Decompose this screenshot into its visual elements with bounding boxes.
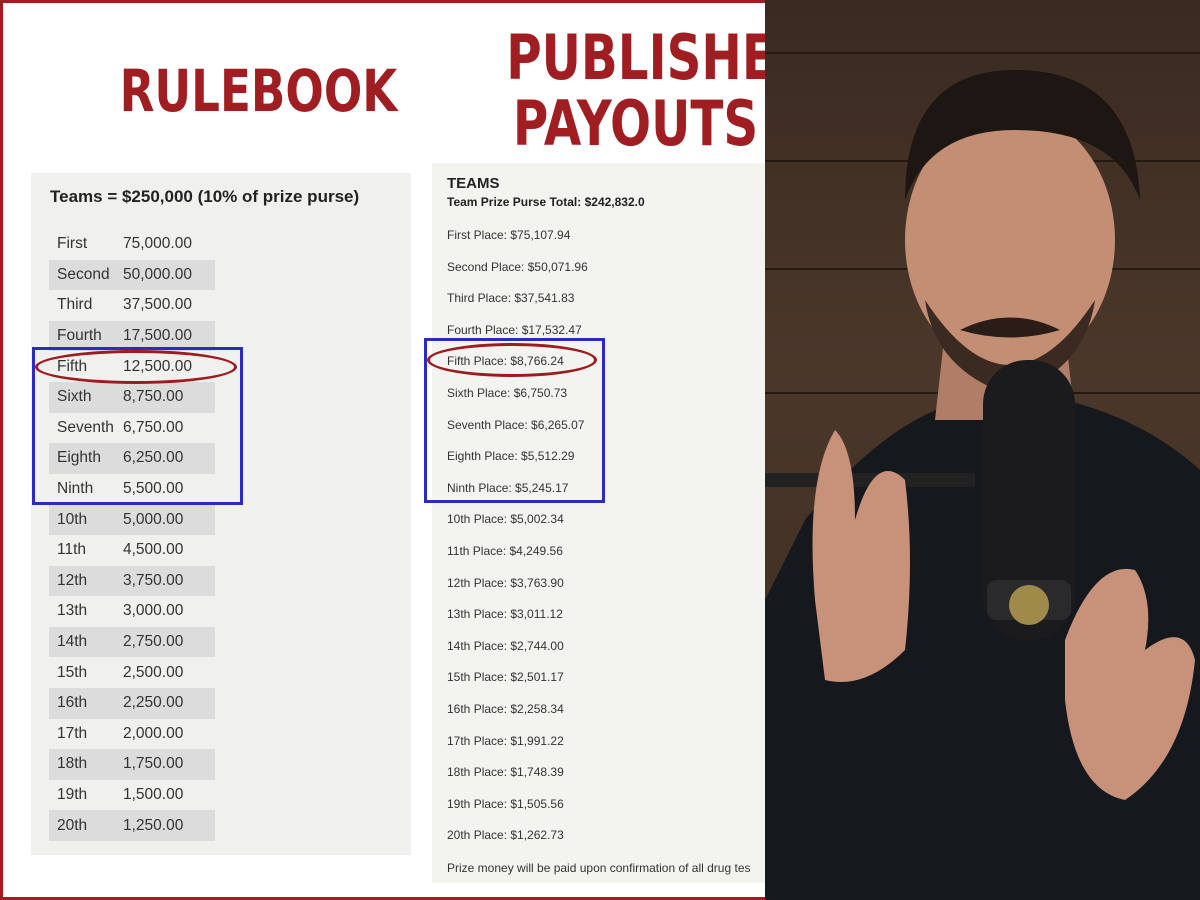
rulebook-row-amount: 2,000.00 <box>123 724 184 742</box>
rulebook-row: 17th 2,000.00 <box>49 719 215 750</box>
rulebook-row-place: 14th <box>57 633 88 651</box>
rulebook-row: 19th 1,500.00 <box>49 780 215 811</box>
published-payouts-table: TEAMS Team Prize Purse Total: $242,832.0… <box>432 163 765 883</box>
rulebook-row-amount: 2,750.00 <box>123 633 184 651</box>
rulebook-row-amount: 50,000.00 <box>123 265 192 283</box>
rulebook-row-place: 12th <box>57 571 88 589</box>
rulebook-row-place: 16th <box>57 694 88 712</box>
rulebook-row-amount: 4,500.00 <box>123 541 184 559</box>
rulebook-row-amount: 17,500.00 <box>123 327 192 345</box>
podcast-host-photo <box>765 0 1200 900</box>
rulebook-row: 18th 1,750.00 <box>49 749 215 780</box>
rulebook-row-place: 13th <box>57 602 88 620</box>
rulebook-row: 20th 1,250.00 <box>49 810 215 841</box>
rulebook-row: 10th 5,000.00 <box>49 504 215 535</box>
host-illustration <box>765 70 1200 900</box>
published-row: First Place: $75,107.94 <box>447 228 571 242</box>
rulebook-table: Teams = $250,000 (10% of prize purse) Fi… <box>31 173 411 855</box>
published-row: 11th Place: $4,249.56 <box>447 543 563 558</box>
rulebook-row-place: 15th <box>57 663 88 681</box>
published-row: Third Place: $37,541.83 <box>447 291 575 306</box>
rulebook-fifth-circle <box>35 350 237 384</box>
rulebook-row-amount: 1,750.00 <box>123 755 184 773</box>
rulebook-table-title: Teams = $250,000 (10% of prize purse) <box>50 187 360 206</box>
rulebook-row-amount: 5,000.00 <box>123 510 184 528</box>
rulebook-row-place: 10th <box>57 510 88 528</box>
rulebook-row-amount: 3,000.00 <box>123 602 184 620</box>
rulebook-row: First 75,000.00 <box>49 229 215 260</box>
rulebook-row-place: First <box>57 235 88 253</box>
rulebook-row-place: Third <box>57 296 93 314</box>
published-row: 10th Place: $5,002.34 <box>447 512 564 527</box>
rulebook-row: 11th 4,500.00 <box>49 535 215 566</box>
published-row: 16th Place: $2,258.34 <box>447 701 564 716</box>
published-table-total: Team Prize Purse Total: $242,832.0 <box>447 195 645 209</box>
rulebook-row-place: Second <box>57 265 110 283</box>
published-row: 13th Place: $3,011.12 <box>447 607 563 622</box>
published-row: 15th Place: $2,501.17 <box>447 670 564 685</box>
rulebook-row-place: 18th <box>57 755 88 773</box>
published-table-title: TEAMS <box>447 175 500 192</box>
comparison-graphic: RULEBOOK PUBLISHED PAYOUTS Teams = $250,… <box>0 0 765 900</box>
rulebook-row: 16th 2,250.00 <box>49 687 215 719</box>
published-heading-line2: PAYOUTS <box>512 87 759 160</box>
rulebook-row-amount: 37,500.00 <box>123 296 192 314</box>
rulebook-row: 12th 3,750.00 <box>49 565 215 597</box>
published-row: 18th Place: $1,748.39 <box>447 765 564 780</box>
published-row: 19th Place: $1,505.56 <box>447 796 564 811</box>
published-footnote: Prize money will be paid upon confirmati… <box>447 861 751 875</box>
rulebook-row: Second 50,000.00 <box>49 259 215 291</box>
rulebook-row-place: 17th <box>57 724 88 742</box>
published-row: 17th Place: $1,991.22 <box>447 733 564 748</box>
rulebook-row-amount: 75,000.00 <box>123 235 192 253</box>
rulebook-row-amount: 2,500.00 <box>123 663 184 681</box>
rulebook-row-place: 20th <box>57 816 88 834</box>
rulebook-rows: First 75,000.00 Second 50,000.00 Third 37,500… <box>49 229 215 841</box>
published-fifth-circle <box>427 343 597 377</box>
published-row: 14th Place: $2,744.00 <box>447 638 564 653</box>
rulebook-row-place: Fourth <box>57 327 102 345</box>
rulebook-row-amount: 1,500.00 <box>123 785 184 803</box>
published-row: 20th Place: $1,262.73 <box>447 828 564 843</box>
rulebook-row-amount: 2,250.00 <box>123 694 184 712</box>
rulebook-heading: RULEBOOK <box>119 57 398 125</box>
rulebook-row-place: 19th <box>57 785 88 803</box>
rulebook-row: 14th 2,750.00 <box>49 626 215 658</box>
published-heading-line1: PUBLISHED <box>506 21 765 94</box>
rulebook-row: 15th 2,500.00 <box>49 657 215 688</box>
rulebook-row-amount: 3,750.00 <box>123 571 184 589</box>
published-rows: First Place: $75,107.94 Second Place: $50… <box>447 225 588 857</box>
rulebook-row: Third 37,500.00 <box>49 290 215 321</box>
rulebook-row-amount: 1,250.00 <box>123 816 184 834</box>
published-row: Second Place: $50,071.96 <box>447 259 588 274</box>
published-row: 12th Place: $3,763.90 <box>447 575 564 590</box>
rulebook-row: 13th 3,000.00 <box>49 596 215 627</box>
rulebook-row-place: 11th <box>57 541 87 559</box>
